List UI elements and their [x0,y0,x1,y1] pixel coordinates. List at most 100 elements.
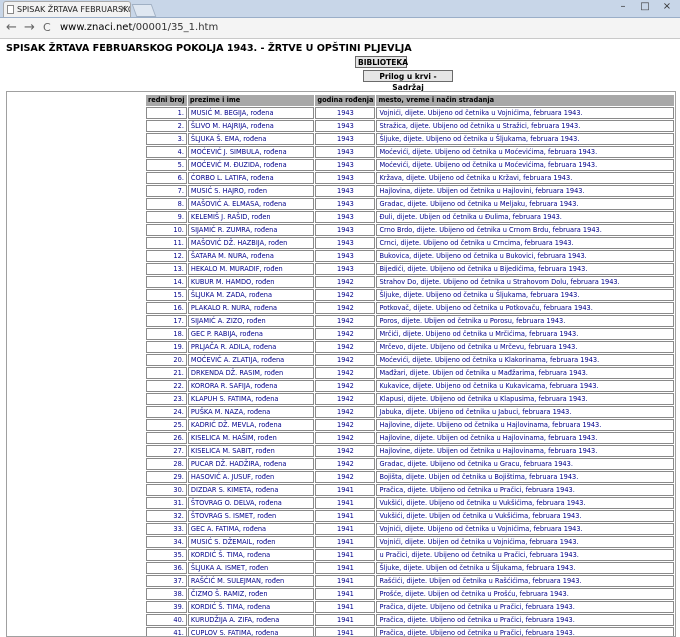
row-birth-year: 1941 [315,626,376,636]
row-number: 36. [146,561,187,574]
row-number: 27. [146,444,187,457]
header-mesto-vreme: mesto, vreme i način stradanja [376,95,674,106]
row-description: Mrčići, dijete. Ubijeno od četnika u Mrč… [376,327,674,340]
row-description: Gradac, dijete. Ubijeno od četnika u Gra… [376,457,674,470]
row-birth-year: 1942 [315,392,376,405]
row-description: Vojnići, dijete. Ubijeno od četnika u Vo… [376,106,674,119]
url-field[interactable]: www.znaci.net/00001/35_1.htm [60,20,660,36]
table-row: 3. ŠLJUKA Š. EMA, rođena 1943 Šljuke, dijet… [146,132,674,145]
row-description: Hajlovine, dijete. Ubijeno od četnika u … [376,418,674,431]
row-description: Vojnići, dijete. Ubijen od četnika u Voj… [376,535,674,548]
forward-arrow-icon[interactable]: → [24,20,35,36]
row-birth-year: 1943 [315,106,376,119]
row-description: Jabuka, dijete. Ubijeno od četnika u Jab… [376,405,674,418]
reload-icon[interactable]: C [43,20,51,36]
row-description: Moćevići, dijete. Ubijeno od četnika u M… [376,145,674,158]
row-name: MOĆEVIĆ M. ĐUZIDA, rođena [187,158,315,171]
minimize-icon[interactable]: – [612,0,634,15]
row-description: Bukovica, dijete. Ubijeno od četnika u B… [376,249,674,262]
row-description: Moćevići, dijete. Ubijeno od četnika u K… [376,353,674,366]
row-name: KURUDŽIJA A. ZIFA, rođena [187,613,315,626]
row-description: Pračica, dijete. Ubijeno od četnika u Pr… [376,600,674,613]
row-name: KISELICA M. HAŠIM, rođen [187,431,315,444]
row-birth-year: 1941 [315,574,376,587]
row-name: PLAKALO R. NURA, rođena [187,301,315,314]
row-name: ŠATARA M. NURA, rođena [187,249,315,262]
row-number: 22. [146,379,187,392]
row-number: 32. [146,509,187,522]
header-prezime-ime: prezime i ime [187,95,315,106]
row-birth-year: 1941 [315,561,376,574]
table-row: 39. KORDIĆ Š. TIMA, rođena 1941 Pračica, di… [146,600,674,613]
new-tab-button[interactable] [131,4,157,17]
browser-tab[interactable]: SPISAK ŽRTAVA FEBRUARSKO × [3,1,131,17]
row-number: 12. [146,249,187,262]
row-number: 37. [146,574,187,587]
close-window-icon[interactable]: × [656,0,678,15]
row-name: DIZDAR S. KIMETA, rođena [187,483,315,496]
row-description: Šljuke, dijete. Ubijeno od četnika u Šlj… [376,288,674,301]
row-name: ŠLJUKA Š. EMA, rođena [187,132,315,145]
table-row: 4. MOĆEVIĆ J. SIMBULA, rođena 1943 Moćevići… [146,145,674,158]
row-number: 20. [146,353,187,366]
table-row: 8. MAŠOVIĆ A. ELMASA, rođena 1943 Gradac, d… [146,197,674,210]
table-row: 11. MAŠOVIĆ DŽ. HAZBIJA, rođen 1943 Crnci, … [146,236,674,249]
back-arrow-icon[interactable]: ← [6,20,17,36]
row-number: 7. [146,184,187,197]
row-number: 3. [146,132,187,145]
table-row: 12. ŠATARA M. NURA, rođena 1943 Bukovica, d… [146,249,674,262]
table-row: 6. ĆORBO L. LATIFA, rođena 1943 Kržava, dij… [146,171,674,184]
table-row: 29. HASOVIĆ A. JUSUF, rođen 1942 Bojišta, d… [146,470,674,483]
table-row: 26. KISELICA M. HAŠIM, rođen 1942 Hajlovine… [146,431,674,444]
table-row: 37. RAŠĆIĆ M. SULEJMAN, rođen 1941 Rašćići,… [146,574,674,587]
row-birth-year: 1942 [315,301,376,314]
row-name: PUCAR DŽ. HADŽIRA, rođena [187,457,315,470]
row-description: Pračica, dijete. Ubijeno od četnika u Pr… [376,626,674,636]
row-name: KORORA R. SAFIJA, rođena [187,379,315,392]
row-name: SIJAMIĆ A. ZIZO, rođen [187,314,315,327]
row-description: Pračica, dijete. Ubijeno od četnika u Pr… [376,613,674,626]
table-row: 15. ŠLJUKA M. ZADA, rođena 1942 Šljuke, dij… [146,288,674,301]
maximize-icon[interactable]: □ [634,0,656,15]
row-number: 34. [146,535,187,548]
row-number: 31. [146,496,187,509]
row-number: 38. [146,587,187,600]
row-birth-year: 1943 [315,249,376,262]
tab-close-icon[interactable]: × [119,2,127,17]
row-birth-year: 1943 [315,145,376,158]
header-redni-broj: redni broj [146,95,187,106]
row-name: HEKALO M. MURADIF, rođen [187,262,315,275]
row-birth-year: 1941 [315,496,376,509]
row-description: Hajlovina, dijete. Ubijen od četnika u H… [376,184,674,197]
row-number: 39. [146,600,187,613]
tab-title: SPISAK ŽRTAVA FEBRUARSKO [17,5,131,14]
row-birth-year: 1943 [315,197,376,210]
table-row: 34. MUSIĆ S. DŽEMAIL, rođen 1941 Vojnići, d… [146,535,674,548]
row-description: Crnci, dijete. Ubijeno od četnika u Crnc… [376,236,674,249]
row-description: u Pračici, dijete. Ubijeno od četnika u … [376,548,674,561]
table-row: 36. ŠLJUKA A. ISMET, rođen 1941 Šljuke, dij… [146,561,674,574]
prilog-sadrzaj-button[interactable]: Prilog u krvi - Sadržaj [363,70,453,92]
row-number: 15. [146,288,187,301]
row-number: 8. [146,197,187,210]
row-birth-year: 1941 [315,548,376,561]
row-birth-year: 1942 [315,353,376,366]
url-host: www.znaci.net [60,22,133,33]
row-number: 11. [146,236,187,249]
table-row: 20. MOĆEVIĆ A. ZLATIJA, rođena 1942 Moćević… [146,353,674,366]
row-birth-year: 1941 [315,600,376,613]
row-description: Mađžari, dijete. Ubijen od četnika u Mađ… [376,366,674,379]
row-number: 17. [146,314,187,327]
row-birth-year: 1941 [315,522,376,535]
row-birth-year: 1943 [315,171,376,184]
row-birth-year: 1943 [315,184,376,197]
row-number: 6. [146,171,187,184]
table-row: 10. SIJAMIĆ R. ZUMRA, rođena 1943 Crno Brdo… [146,223,674,236]
row-name: MUSIĆ S. DŽEMAIL, rođen [187,535,315,548]
row-birth-year: 1941 [315,587,376,600]
biblioteka-button[interactable]: BIBLIOTEKA [355,56,408,68]
table-row: 25. KADRIĆ DŽ. MEVLA, rođena 1942 Hajlovine… [146,418,674,431]
row-description: Šljuke, dijete. Ubijen od četnika u Šlju… [376,561,674,574]
table-row: 24. PUŠKA M. NAZA, rođena 1942 Jabuka, dije… [146,405,674,418]
row-birth-year: 1943 [315,223,376,236]
